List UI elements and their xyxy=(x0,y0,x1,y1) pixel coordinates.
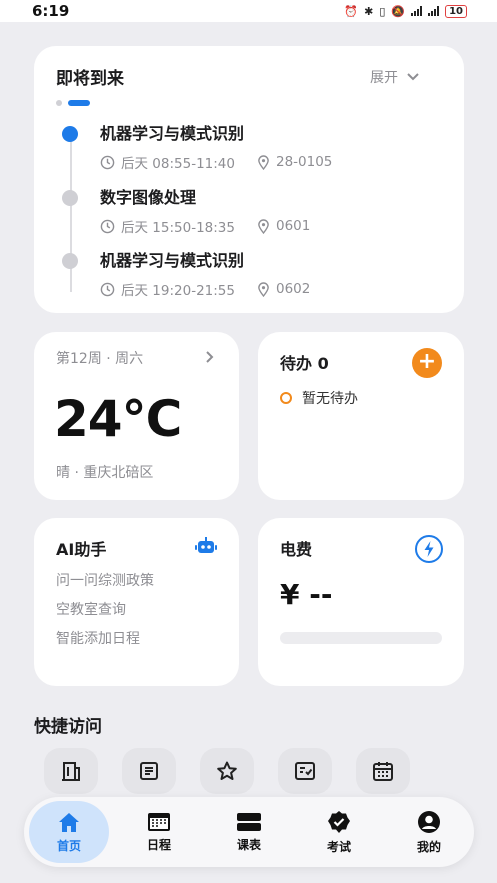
document-icon xyxy=(140,762,158,780)
course-bullet xyxy=(62,253,78,269)
electricity-bar xyxy=(280,632,442,644)
clock-icon xyxy=(100,282,115,296)
robot-icon xyxy=(195,537,217,553)
nav-label: 首页 xyxy=(56,838,81,853)
add-todo-button[interactable]: + xyxy=(412,348,442,378)
bottom-nav: 首页 日程 课表 考试 我的 xyxy=(24,797,474,867)
bluetooth-icon: ✱ xyxy=(364,4,374,18)
quick-access-title: 快捷访问 xyxy=(34,717,102,737)
course-name: 机器学习与模式识别 xyxy=(100,124,245,143)
circle-icon xyxy=(280,392,292,404)
course-item[interactable]: 机器学习与模式识别 后天 19:20-21:55 0602 xyxy=(62,247,442,299)
course-location: 0601 xyxy=(275,218,311,234)
course-location: 28-0105 xyxy=(275,154,333,170)
course-item[interactable]: 数字图像处理 后天 15:50-18:35 0601 xyxy=(62,184,442,236)
todo-card[interactable]: 待办 0 + 暂无待办 xyxy=(258,332,464,500)
quick-access-row xyxy=(44,748,414,794)
ai-suggestion-list: 问一问综测政策 空教室查询 智能添加日程 xyxy=(56,572,154,659)
nav-label: 考试 xyxy=(326,839,351,854)
calendar-icon xyxy=(373,762,393,781)
nav-label: 课表 xyxy=(236,837,261,852)
quick-item-favorites[interactable] xyxy=(200,748,254,794)
course-time: 后天 19:20-21:55 xyxy=(121,283,235,299)
clock-icon xyxy=(100,155,115,169)
nav-timetable[interactable]: 课表 xyxy=(209,801,289,863)
building-icon xyxy=(62,762,80,781)
ai-suggestion[interactable]: 问一问综测政策 xyxy=(56,572,154,590)
electricity-value: ¥ -- xyxy=(280,578,333,611)
todo-empty-text: 暂无待办 xyxy=(302,391,358,407)
quick-item-grades[interactable] xyxy=(278,748,332,794)
upcoming-card[interactable]: 即将到来 展开 机器学习与模式识别 后天 08:55-11:40 28-0105… xyxy=(34,46,464,313)
nav-label: 日程 xyxy=(146,837,171,852)
nav-exam[interactable]: 考试 xyxy=(299,801,379,863)
checklist-icon xyxy=(295,762,315,780)
chevron-down-icon xyxy=(407,73,419,81)
ai-suggestion[interactable]: 智能添加日程 xyxy=(56,630,154,648)
course-name: 数字图像处理 xyxy=(100,188,197,207)
timetable-icon xyxy=(237,812,261,831)
ai-title: AI助手 xyxy=(56,540,107,559)
course-location: 0602 xyxy=(275,281,311,297)
user-icon xyxy=(418,810,440,833)
quick-item-calendar[interactable] xyxy=(356,748,410,794)
quick-item-notes[interactable] xyxy=(122,748,176,794)
location-pin-icon xyxy=(258,154,269,170)
location-pin-icon xyxy=(258,218,269,234)
schedule-icon xyxy=(148,812,170,831)
chevron-right-icon xyxy=(206,351,214,363)
page-dot xyxy=(56,100,62,106)
star-icon xyxy=(217,761,237,780)
ai-suggestion[interactable]: 空教室查询 xyxy=(56,601,154,619)
temperature: 24°C xyxy=(54,390,182,448)
nav-schedule[interactable]: 日程 xyxy=(119,801,199,863)
electricity-card[interactable]: 电费 ¥ -- xyxy=(258,518,464,686)
signal-icon xyxy=(411,6,423,16)
lightning-icon xyxy=(415,535,443,563)
signal-icon-2 xyxy=(428,6,440,16)
alarm-icon: ⏰ xyxy=(344,4,359,18)
quick-item-building[interactable] xyxy=(44,748,98,794)
course-time: 后天 15:50-18:35 xyxy=(121,220,235,236)
course-meta: 后天 19:20-21:55 0602 xyxy=(100,279,310,299)
clock-icon xyxy=(100,219,115,233)
page-dot-active xyxy=(68,100,90,106)
week-weather-card[interactable]: 第12周 · 周六 24°C 晴 · 重庆北碚区 xyxy=(34,332,239,500)
course-bullet xyxy=(62,126,78,142)
badge-check-icon xyxy=(328,810,350,833)
nav-home[interactable]: 首页 xyxy=(29,801,109,863)
weather-location: 晴 · 重庆北碚区 xyxy=(56,465,154,481)
home-icon xyxy=(59,812,79,832)
battery-icon: 10 xyxy=(445,4,467,18)
course-bullet xyxy=(62,190,78,206)
nav-label: 我的 xyxy=(416,839,441,854)
ai-assistant-card[interactable]: AI助手 问一问综测政策 空教室查询 智能添加日程 xyxy=(34,518,239,686)
course-time: 后天 08:55-11:40 xyxy=(121,156,235,172)
vibrate-icon: ▯ xyxy=(379,4,386,18)
status-time: 6:19 xyxy=(32,2,70,20)
course-meta: 后天 15:50-18:35 0601 xyxy=(100,216,310,236)
mute-icon: 🔕 xyxy=(391,4,406,18)
course-meta: 后天 08:55-11:40 28-0105 xyxy=(100,152,332,172)
location-pin-icon xyxy=(258,281,269,297)
course-item[interactable]: 机器学习与模式识别 后天 08:55-11:40 28-0105 xyxy=(62,120,442,172)
week-label: 第12周 · 周六 xyxy=(56,351,144,367)
todo-empty: 暂无待办 xyxy=(280,388,358,408)
expand-button[interactable]: 展开 xyxy=(370,67,420,87)
expand-label: 展开 xyxy=(370,70,398,86)
page-indicator xyxy=(56,100,90,106)
status-icons: ⏰ ✱ ▯ 🔕 10 xyxy=(344,4,467,18)
course-name: 机器学习与模式识别 xyxy=(100,251,245,270)
status-bar: 6:19 ⏰ ✱ ▯ 🔕 10 xyxy=(0,0,497,22)
nav-mine[interactable]: 我的 xyxy=(389,801,469,863)
